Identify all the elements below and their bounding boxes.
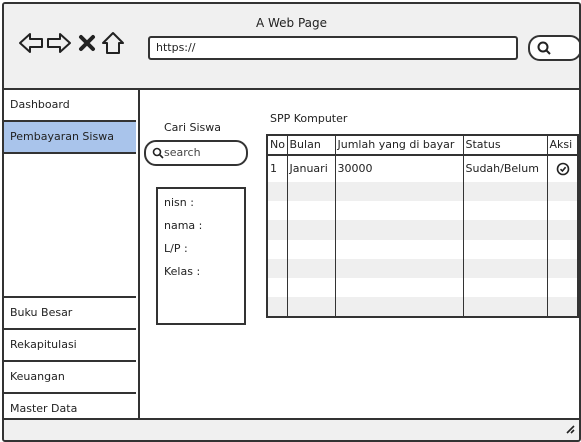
url-text: https://: [156, 41, 196, 54]
table-row-empty: [267, 296, 578, 317]
browser-statusbar: [4, 418, 579, 440]
search-icon: [537, 41, 551, 55]
sidebar-item-keuangan[interactable]: Keuangan: [4, 362, 136, 394]
payment-table: No Bulan Jumlah yang di bayar Status Aks…: [266, 134, 579, 318]
search-placeholder: search: [164, 146, 201, 159]
col-header-status: Status: [462, 135, 547, 156]
table-row-empty: [267, 239, 578, 259]
main-content: Cari Siswa search nisn : nama : L/P : Ke…: [140, 90, 579, 420]
info-nama: nama :: [164, 219, 203, 232]
home-icon[interactable]: [100, 30, 126, 56]
col-header-bulan: Bulan: [286, 135, 335, 156]
resize-grip-icon[interactable]: [565, 424, 575, 434]
table-row-empty: [267, 182, 578, 202]
search-icon: [152, 147, 164, 159]
sidebar-item-dashboard[interactable]: Dashboard: [4, 90, 136, 122]
close-icon[interactable]: [76, 30, 98, 56]
table-row-empty: [267, 277, 578, 297]
search-label: Cari Siswa: [164, 121, 222, 134]
browser-search-button[interactable]: [528, 35, 579, 61]
col-header-no: No: [267, 135, 287, 156]
cell-bulan: Januari: [286, 155, 335, 183]
sidebar-item-rekapitulasi[interactable]: Rekapitulasi: [4, 330, 136, 362]
student-info-box: nisn : nama : L/P : Kelas :: [156, 187, 246, 325]
url-input[interactable]: https://: [148, 36, 518, 60]
table-row: 1 Januari 30000 Sudah/Belum: [267, 155, 578, 183]
sidebar-empty-area: [4, 154, 136, 298]
info-gender: L/P :: [164, 242, 188, 255]
sidebar-item-pembayaran-siswa[interactable]: Pembayaran Siswa: [4, 122, 136, 154]
table-row-empty: [267, 258, 578, 278]
info-nisn: nisn :: [164, 196, 194, 209]
page-title: A Web Page: [255, 16, 328, 30]
table-header-row: No Bulan Jumlah yang di bayar Status Aks…: [267, 135, 578, 156]
sidebar: Dashboard Pembayaran Siswa Buku Besar Re…: [4, 90, 140, 424]
back-arrow-icon[interactable]: [18, 30, 44, 56]
student-search-input[interactable]: search: [144, 140, 248, 166]
col-header-aksi: Aksi: [546, 135, 578, 156]
table-title: SPP Komputer: [270, 112, 348, 125]
sidebar-item-buku-besar[interactable]: Buku Besar: [4, 298, 136, 330]
forward-arrow-icon[interactable]: [46, 30, 72, 56]
cell-jumlah: 30000: [334, 155, 463, 183]
cell-status: Sudah/Belum: [462, 155, 547, 183]
browser-titlebar: A Web Page https://: [4, 4, 579, 90]
info-kelas: Kelas :: [164, 265, 201, 278]
table-row-empty: [267, 220, 578, 240]
cell-aksi: [546, 155, 578, 183]
check-circle-icon[interactable]: [556, 162, 570, 176]
col-header-jumlah: Jumlah yang di bayar: [334, 135, 463, 156]
cell-no: 1: [270, 162, 277, 176]
table-row-empty: [267, 201, 578, 221]
browser-window: A Web Page https:// Dashboard Pembayaran…: [2, 2, 581, 442]
